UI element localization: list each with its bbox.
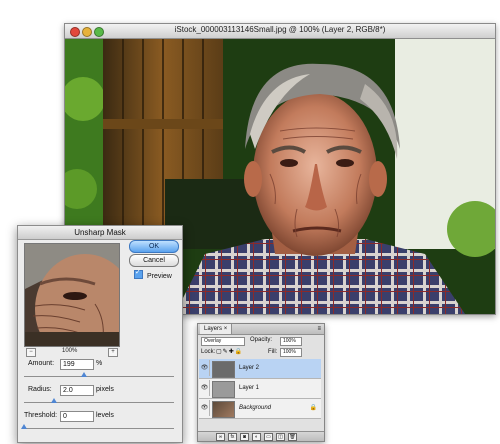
radius-slider-track[interactable] bbox=[24, 402, 174, 403]
threshold-label: Threshold: bbox=[24, 412, 58, 419]
layers-panel-footer: ∞ fx ◙ ◐ ▭ ◫ 🗑 bbox=[198, 431, 324, 441]
panel-menu-icon[interactable]: ≡ bbox=[317, 324, 321, 334]
visibility-eye-icon[interactable]: 👁 bbox=[200, 360, 210, 376]
layer-row[interactable]: 👁 Layer 2 bbox=[199, 359, 321, 379]
filter-preview-window[interactable] bbox=[24, 243, 120, 347]
link-icon[interactable]: ∞ bbox=[216, 433, 225, 441]
document-title: iStock_000003113146Small.jpg @ 100% (Lay… bbox=[174, 25, 386, 34]
preview-checkbox-row[interactable]: Preview bbox=[134, 268, 172, 280]
amount-label: Amount: bbox=[28, 360, 55, 367]
preview-image bbox=[25, 244, 119, 346]
layer-name: Layer 2 bbox=[239, 365, 260, 371]
threshold-input[interactable]: 0 bbox=[60, 411, 94, 422]
close-tab-icon[interactable]: × bbox=[224, 326, 228, 332]
lock-options[interactable]: ▢✎✚🔒 bbox=[216, 348, 243, 355]
radius-unit: pixels bbox=[96, 386, 114, 393]
radius-input[interactable]: 2.0 bbox=[60, 385, 94, 396]
new-layer-icon[interactable]: ◫ bbox=[276, 433, 285, 441]
document-titlebar[interactable]: iStock_000003113146Small.jpg @ 100% (Lay… bbox=[65, 24, 495, 39]
threshold-slider-track[interactable] bbox=[24, 428, 174, 429]
zoom-out-button[interactable]: − bbox=[26, 348, 36, 357]
tab-layers-label: Layers bbox=[204, 326, 223, 332]
unsharp-mask-dialog: Unsharp Mask − 100% + OK Cancel Preview … bbox=[17, 225, 183, 443]
folder-icon[interactable]: ▭ bbox=[264, 433, 273, 441]
visibility-eye-icon[interactable]: 👁 bbox=[200, 400, 210, 416]
radius-label: Radius: bbox=[28, 386, 52, 393]
adjustment-icon[interactable]: ◐ bbox=[252, 433, 261, 441]
amount-unit: % bbox=[96, 360, 103, 367]
dialog-title: Unsharp Mask bbox=[18, 226, 182, 240]
layer-thumbnail bbox=[212, 361, 235, 378]
visibility-eye-icon[interactable]: 👁 bbox=[200, 380, 210, 396]
layer-name: Layer 1 bbox=[239, 385, 260, 391]
cancel-button[interactable]: Cancel bbox=[129, 254, 179, 267]
preview-zoom-controls: − 100% + bbox=[24, 347, 120, 357]
lock-label: Lock: bbox=[201, 349, 216, 355]
layer-row[interactable]: 👁 Layer 1 bbox=[199, 379, 321, 399]
layer-thumbnail bbox=[212, 381, 235, 398]
threshold-slider-thumb[interactable] bbox=[21, 424, 27, 429]
preview-label: Preview bbox=[146, 273, 172, 280]
fx-icon[interactable]: fx bbox=[228, 433, 237, 441]
amount-slider-thumb[interactable] bbox=[81, 372, 87, 377]
threshold-unit: levels bbox=[96, 412, 114, 419]
amount-slider-track[interactable] bbox=[24, 376, 174, 377]
blend-mode-select[interactable]: Overlay bbox=[201, 337, 245, 346]
layer-thumbnail bbox=[212, 401, 235, 418]
tab-layers[interactable]: Layers × bbox=[200, 324, 233, 334]
preview-zoom-level: 100% bbox=[62, 348, 78, 354]
fill-label: Fill: bbox=[268, 349, 278, 355]
layers-panel: Layers × ≡ Overlay Opacity: 100% Lock: ▢… bbox=[197, 323, 325, 442]
zoom-in-button[interactable]: + bbox=[108, 348, 118, 357]
ok-button[interactable]: OK bbox=[129, 240, 179, 253]
opacity-input[interactable]: 100% bbox=[280, 337, 302, 346]
layers-panel-tabbar: Layers × ≡ bbox=[198, 324, 324, 335]
preview-checkbox[interactable] bbox=[134, 268, 143, 279]
fill-input[interactable]: 100% bbox=[280, 348, 302, 357]
radius-slider-thumb[interactable] bbox=[51, 398, 57, 403]
trash-icon[interactable]: 🗑 bbox=[288, 433, 297, 441]
lock-icon: 🔒 bbox=[309, 405, 317, 411]
layer-name: Background bbox=[239, 405, 272, 411]
amount-input[interactable]: 199 bbox=[60, 359, 94, 370]
mask-icon[interactable]: ◙ bbox=[240, 433, 249, 441]
layer-row[interactable]: 👁 Background 🔒 bbox=[199, 399, 321, 419]
opacity-label: Opacity: bbox=[250, 337, 273, 343]
